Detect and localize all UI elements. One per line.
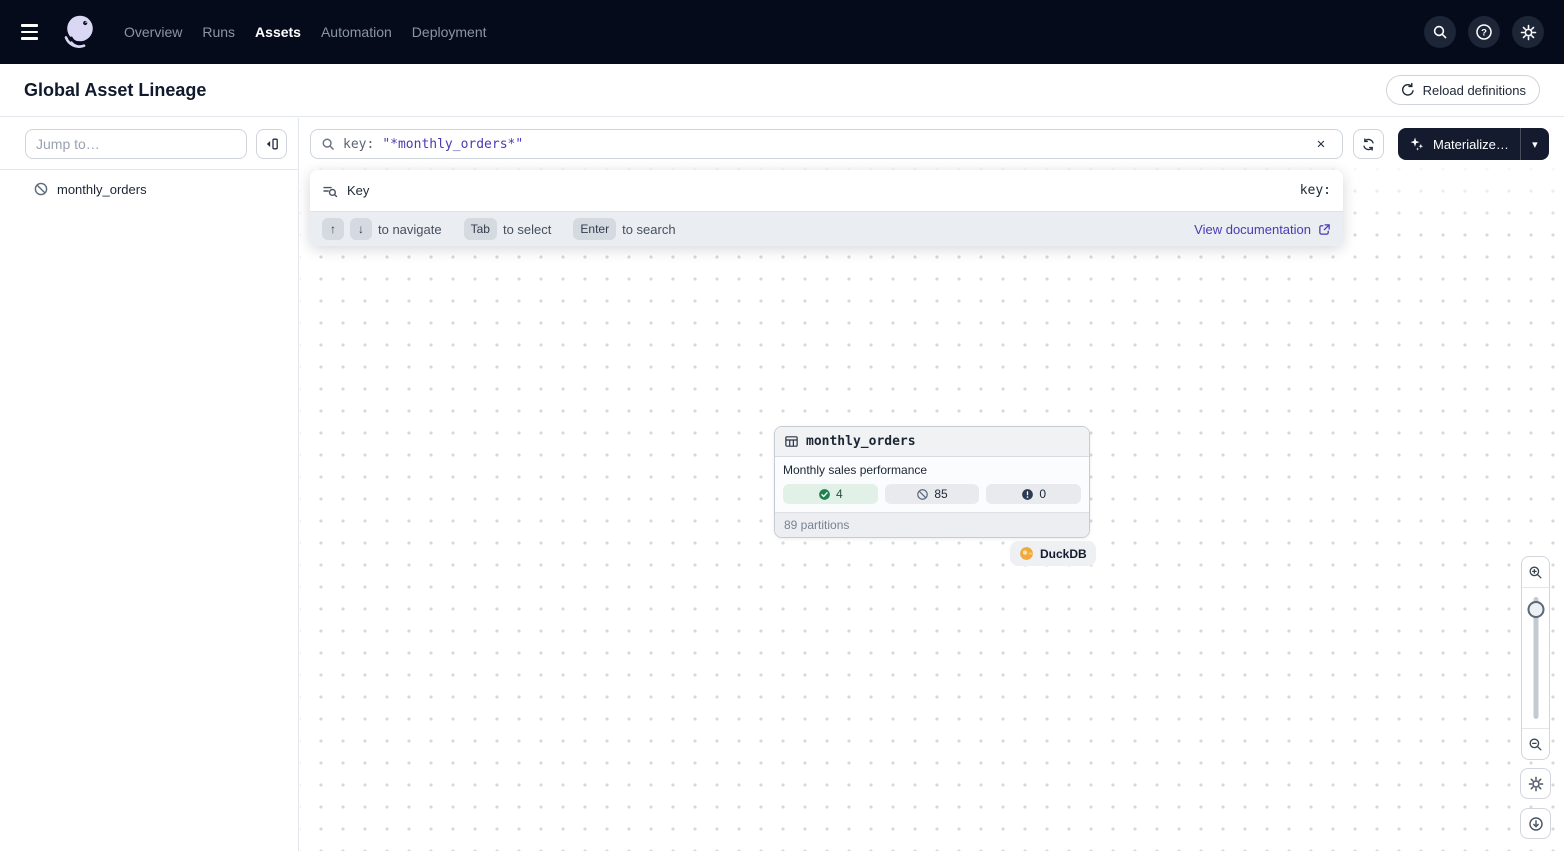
search-icon bbox=[1432, 24, 1448, 40]
nav-item-overview[interactable]: Overview bbox=[114, 0, 192, 64]
download-image-button[interactable] bbox=[1520, 808, 1551, 839]
suggestion-label: Key bbox=[347, 183, 369, 198]
hint-navigate: to navigate bbox=[378, 222, 442, 237]
zoom-in-icon bbox=[1528, 565, 1543, 580]
nav-item-runs[interactable]: Runs bbox=[192, 0, 245, 64]
materialize-dropdown-button[interactable]: ▾ bbox=[1521, 128, 1549, 160]
sparkles-icon bbox=[1409, 136, 1425, 152]
help-icon: ? bbox=[1475, 23, 1493, 41]
failed-count: 0 bbox=[1039, 487, 1046, 501]
arrow-up-key: ↑ bbox=[322, 218, 344, 240]
search-icon bbox=[321, 137, 335, 151]
navbar-actions: ? bbox=[1424, 16, 1544, 48]
suggestion-syntax: key: bbox=[1300, 183, 1331, 198]
page-header: Global Asset Lineage Reload definitions bbox=[0, 64, 1564, 117]
zoom-in-button[interactable] bbox=[1522, 557, 1549, 587]
top-navbar: Overview Runs Assets Automation Deployme… bbox=[0, 0, 1564, 64]
zoom-controls bbox=[1521, 556, 1550, 760]
reload-icon bbox=[1400, 82, 1416, 98]
page-title: Global Asset Lineage bbox=[24, 80, 206, 101]
failed-count-badge[interactable]: 0 bbox=[986, 484, 1081, 504]
list-search-icon bbox=[322, 183, 338, 199]
suggestion-row-key[interactable]: Key key: bbox=[310, 170, 1343, 211]
enter-key: Enter bbox=[573, 218, 616, 240]
collapse-panel-button[interactable] bbox=[256, 129, 287, 159]
nav-item-assets[interactable]: Assets bbox=[245, 0, 311, 64]
materialize-label: Materialize… bbox=[1433, 137, 1509, 152]
refresh-icon bbox=[1361, 137, 1376, 152]
graph-settings-button[interactable] bbox=[1520, 768, 1551, 799]
view-documentation-link[interactable]: View documentation bbox=[1194, 222, 1331, 237]
hint-select: to select bbox=[503, 222, 551, 237]
partitions-label: 89 partitions bbox=[784, 518, 849, 532]
sidebar-toolbar bbox=[0, 118, 298, 170]
gear-icon bbox=[1528, 776, 1544, 792]
primary-navigation: Overview Runs Assets Automation Deployme… bbox=[114, 0, 497, 64]
clear-filter-icon[interactable]: ✕ bbox=[1310, 137, 1332, 151]
missing-count-badge[interactable]: 85 bbox=[885, 484, 980, 504]
slash-circle-icon bbox=[916, 488, 929, 501]
asset-node-monthly-orders[interactable]: monthly_orders Monthly sales performance… bbox=[774, 426, 1090, 538]
sidebar-item-monthly-orders[interactable]: monthly_orders bbox=[0, 170, 298, 208]
asset-node-body: Monthly sales performance 4 85 bbox=[775, 457, 1089, 512]
asset-node-badges: 4 85 0 bbox=[783, 484, 1081, 504]
missing-count: 85 bbox=[934, 487, 947, 501]
alert-circle-icon bbox=[1021, 488, 1034, 501]
lineage-canvas[interactable]: key: "*monthly_orders*" ✕ bbox=[300, 118, 1564, 851]
table-icon bbox=[784, 434, 799, 449]
zoom-slider-knob[interactable] bbox=[1527, 601, 1544, 618]
materialized-count-badge[interactable]: 4 bbox=[783, 484, 878, 504]
zoom-slider[interactable] bbox=[1522, 587, 1549, 729]
nav-item-automation[interactable]: Automation bbox=[311, 0, 402, 64]
panel-collapse-icon bbox=[264, 136, 280, 152]
sidebar-item-label: monthly_orders bbox=[57, 182, 147, 197]
reload-definitions-button[interactable]: Reload definitions bbox=[1386, 75, 1540, 105]
check-circle-icon bbox=[818, 488, 831, 501]
storage-tag-label: DuckDB bbox=[1040, 547, 1087, 561]
asset-node-title: monthly_orders bbox=[806, 434, 916, 449]
asset-node-description: Monthly sales performance bbox=[783, 463, 1081, 477]
asset-node-partitions: 89 partitions bbox=[775, 512, 1089, 537]
tab-key: Tab bbox=[464, 218, 497, 240]
arrow-down-key: ↓ bbox=[350, 218, 372, 240]
filter-query-field: key: bbox=[343, 137, 374, 152]
external-link-icon bbox=[1318, 223, 1331, 236]
asset-filter-input[interactable]: key: "*monthly_orders*" ✕ bbox=[310, 129, 1343, 159]
help-button[interactable]: ? bbox=[1468, 16, 1500, 48]
slash-circle-icon bbox=[33, 181, 49, 197]
materialized-count: 4 bbox=[836, 487, 843, 501]
zoom-out-button[interactable] bbox=[1522, 729, 1549, 759]
filter-query-value: "*monthly_orders*" bbox=[382, 137, 523, 152]
global-search-button[interactable] bbox=[1424, 16, 1456, 48]
materialize-split-button: Materialize… ▾ bbox=[1398, 128, 1549, 160]
download-circle-icon bbox=[1528, 816, 1544, 832]
refresh-graph-button[interactable] bbox=[1353, 129, 1384, 159]
jump-to-input[interactable] bbox=[25, 129, 247, 159]
autocomplete-footer: ↑ ↓ to navigate Tab to select Enter to s… bbox=[310, 211, 1343, 246]
hamburger-menu-icon[interactable] bbox=[21, 18, 49, 46]
reload-definitions-label: Reload definitions bbox=[1423, 83, 1526, 98]
hint-search: to search bbox=[622, 222, 675, 237]
materialize-button[interactable]: Materialize… bbox=[1398, 128, 1520, 160]
duckdb-icon bbox=[1019, 546, 1034, 561]
svg-text:?: ? bbox=[1481, 27, 1487, 38]
nav-item-deployment[interactable]: Deployment bbox=[402, 0, 497, 64]
user-settings-button[interactable] bbox=[1512, 16, 1544, 48]
filter-autocomplete-dropdown: Key key: ↑ ↓ to navigate Tab to select E… bbox=[310, 170, 1343, 246]
asset-node-header[interactable]: monthly_orders bbox=[775, 427, 1089, 457]
chevron-down-icon: ▾ bbox=[1532, 138, 1538, 151]
gear-icon bbox=[1520, 24, 1537, 41]
view-documentation-label: View documentation bbox=[1194, 222, 1311, 237]
dagster-logo-icon[interactable] bbox=[60, 12, 100, 52]
global-asset-lineage-page: Overview Runs Assets Automation Deployme… bbox=[0, 0, 1564, 851]
zoom-out-icon bbox=[1528, 737, 1543, 752]
asset-list-sidebar: monthly_orders bbox=[0, 118, 299, 851]
storage-kind-tag-duckdb[interactable]: DuckDB bbox=[1010, 541, 1096, 566]
